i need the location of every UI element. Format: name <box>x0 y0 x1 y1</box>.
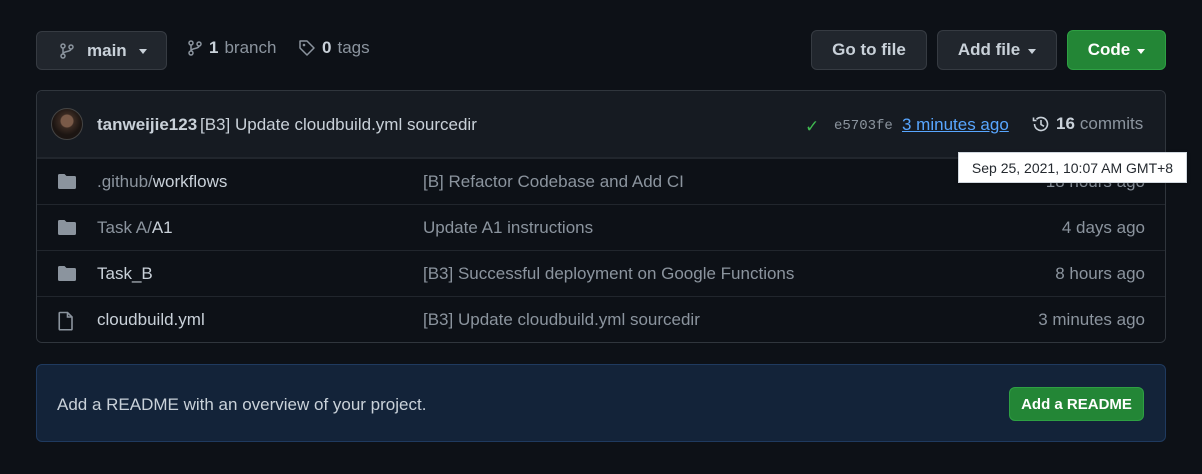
file-dir-prefix: .github/ <box>97 172 153 191</box>
add-file-label: Add file <box>957 40 1021 59</box>
code-label: Code <box>1087 40 1131 59</box>
commits-label: commits <box>1079 114 1144 133</box>
check-icon[interactable]: ✓ <box>805 117 819 137</box>
repo-file-browser: main 1 branch 0 tags Go to file Add file… <box>0 0 1202 474</box>
add-readme-button[interactable]: Add a README <box>1009 387 1144 421</box>
commits-count: 16 <box>1056 114 1075 133</box>
file-commit-age: 3 minutes ago <box>1038 310 1145 329</box>
folder-icon <box>57 219 77 236</box>
branch-selector-button[interactable]: main <box>36 31 167 70</box>
file-icon <box>57 311 75 331</box>
file-commit-age: 8 hours ago <box>1055 264 1145 283</box>
commit-sha-link[interactable]: e5703fe <box>834 118 893 134</box>
go-to-file-label: Go to file <box>832 40 906 59</box>
tag-icon <box>298 39 316 57</box>
latest-commit-header: tanweijie123 [B3] Update cloudbuild.yml … <box>37 91 1165 158</box>
tags-label: tags <box>337 38 370 57</box>
add-readme-label: Add a README <box>1021 395 1132 413</box>
file-row[interactable]: cloudbuild.yml [B3] Update cloudbuild.ym… <box>37 296 1165 342</box>
file-dir-prefix: Task A/ <box>97 218 152 237</box>
commits-history-link[interactable]: 16 commits <box>1031 114 1143 134</box>
branches-link[interactable]: 1 branch <box>187 38 276 58</box>
tags-link[interactable]: 0 tags <box>298 38 370 58</box>
git-branch-icon <box>187 40 203 56</box>
file-name-link[interactable]: Task_B <box>97 264 153 284</box>
file-commit-message-link[interactable]: [B] Refactor Codebase and Add CI <box>423 172 684 192</box>
folder-icon <box>57 265 77 282</box>
branches-label: branch <box>224 38 277 57</box>
file-name: workflows <box>152 172 228 191</box>
add-file-button[interactable]: Add file <box>937 30 1057 70</box>
commit-time-link[interactable]: 3 minutes ago <box>902 115 1009 135</box>
file-name: Task_B <box>97 264 153 283</box>
chevron-down-icon <box>1028 48 1037 54</box>
file-name-link[interactable]: Task A/A1 <box>97 218 173 238</box>
code-button[interactable]: Code <box>1067 30 1166 70</box>
avatar[interactable] <box>51 108 83 140</box>
branch-selector-label: main <box>87 40 127 60</box>
file-row[interactable]: Task_B [B3] Successful deployment on Goo… <box>37 250 1165 296</box>
history-icon <box>1031 114 1051 134</box>
file-commit-message-link[interactable]: [B3] Update cloudbuild.yml sourcedir <box>423 310 700 330</box>
commit-author-link[interactable]: tanweijie123 <box>97 115 197 135</box>
file-name: cloudbuild.yml <box>97 310 205 329</box>
chevron-down-icon <box>138 49 147 54</box>
git-branch-icon <box>59 42 75 59</box>
file-commit-message-link[interactable]: Update A1 instructions <box>423 218 593 238</box>
readme-banner: Add a README with an overview of your pr… <box>36 364 1166 442</box>
folder-icon <box>57 173 77 190</box>
file-name-link[interactable]: .github/workflows <box>97 172 227 192</box>
commit-time-tooltip: Sep 25, 2021, 10:07 AM GMT+8 <box>958 152 1187 183</box>
go-to-file-button[interactable]: Go to file <box>811 30 927 70</box>
chevron-down-icon <box>1137 48 1146 54</box>
tags-count: 0 <box>322 38 332 57</box>
file-commit-age: 4 days ago <box>1061 218 1145 237</box>
file-name-link[interactable]: cloudbuild.yml <box>97 310 205 330</box>
commit-message-link[interactable]: [B3] Update cloudbuild.yml sourcedir <box>200 115 477 135</box>
branches-count: 1 <box>209 38 219 57</box>
readme-prompt-text: Add a README with an overview of your pr… <box>57 395 427 414</box>
file-name: A1 <box>151 218 173 237</box>
file-commit-message-link[interactable]: [B3] Successful deployment on Google Fun… <box>423 264 794 284</box>
file-row[interactable]: Task A/A1 Update A1 instructions 4 days … <box>37 204 1165 250</box>
file-list-box: tanweijie123 [B3] Update cloudbuild.yml … <box>36 90 1166 343</box>
